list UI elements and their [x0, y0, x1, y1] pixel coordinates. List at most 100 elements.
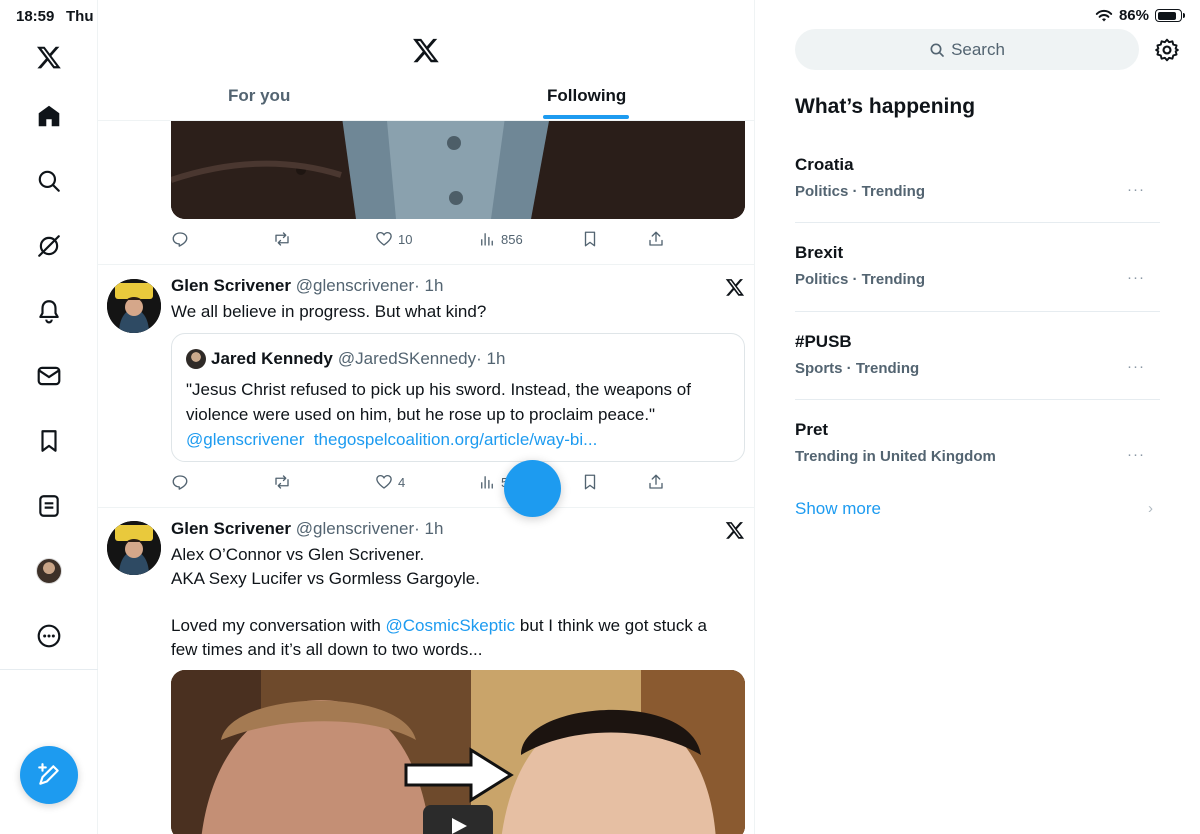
article-link[interactable]: thegospelcoalition.org/article/way-bi...: [314, 430, 597, 449]
x-logo-icon: [413, 38, 439, 63]
bookmark-button[interactable]: [581, 473, 599, 491]
x-source-icon: [725, 279, 745, 296]
views-chart-icon: [481, 476, 493, 489]
like-button[interactable]: 10: [375, 230, 412, 248]
heart-icon: [376, 474, 392, 489]
share-icon: [649, 474, 663, 489]
share-button[interactable]: [647, 230, 665, 248]
quoted-text-line: violence were used on him, but he rose u…: [186, 405, 656, 424]
right-sidebar: Search What’s happening Croatia Politics…: [755, 0, 1200, 834]
more-options-icon[interactable]: [29, 616, 69, 656]
x-logo-icon[interactable]: [29, 37, 69, 77]
reply-icon: [172, 232, 188, 247]
view-count: 856: [501, 231, 523, 247]
timeline-header: For you Following: [98, 0, 754, 121]
repost-button[interactable]: [273, 473, 291, 491]
like-button[interactable]: 4: [375, 473, 405, 491]
trend-divider: [795, 222, 1160, 223]
trend-item[interactable]: #PUSB Sports · Trending ···: [795, 332, 1160, 420]
author-handle[interactable]: @glenscrivener: [296, 276, 414, 295]
whats-happening-title: What’s happening: [795, 95, 976, 118]
more-dots-icon[interactable]: ···: [1127, 181, 1145, 198]
reply-icon: [172, 475, 188, 490]
quoted-tweet-header: Jared Kennedy @JaredSKennedy · 1h: [186, 349, 505, 369]
tweet-media-image[interactable]: [171, 110, 745, 219]
tweet-header: Glen Scrivener @glenscrivener· 1h: [171, 276, 443, 296]
repost-button[interactable]: [273, 230, 291, 248]
quoted-text-line: "Jesus Christ refused to pick up his swo…: [186, 380, 691, 399]
quoted-tweet-text: "Jesus Christ refused to pick up his swo…: [186, 377, 726, 452]
search-icon[interactable]: [29, 161, 69, 201]
tweet-header: Glen Scrivener @glenscrivener· 1h: [171, 519, 443, 539]
trend-item[interactable]: Croatia Politics · Trending ···: [795, 155, 1160, 243]
tweet-text-line: AKA Sexy Lucifer vs Gormless Gargoyle.: [171, 569, 480, 588]
compose-feather-icon: [38, 763, 59, 785]
more-dots-icon[interactable]: ···: [1127, 269, 1145, 286]
repost-icon: [275, 232, 289, 246]
author-name[interactable]: Glen Scrivener: [171, 276, 291, 295]
tweet-time: · 1h: [414, 519, 444, 538]
gear-icon[interactable]: [1154, 37, 1180, 63]
author-name[interactable]: Glen Scrivener: [171, 519, 291, 538]
share-button[interactable]: [647, 473, 665, 491]
floating-action-button[interactable]: [504, 460, 561, 517]
reply-button[interactable]: [171, 473, 189, 491]
search-input[interactable]: Search: [795, 29, 1139, 70]
tab-following[interactable]: Following: [547, 86, 626, 106]
views-chart-icon: [481, 233, 493, 246]
more-dots-icon[interactable]: ···: [1127, 446, 1145, 463]
reply-button[interactable]: [171, 230, 189, 248]
video-thumbnail-illustration: [171, 670, 745, 834]
notifications-bell-icon[interactable]: [29, 291, 69, 331]
trend-name: Croatia: [795, 155, 854, 174]
bookmarks-icon[interactable]: [29, 421, 69, 461]
tweet-actions: 10 856: [171, 228, 671, 250]
avatar[interactable]: [107, 521, 161, 575]
quoted-tweet[interactable]: Jared Kennedy @JaredSKennedy · 1h "Jesus…: [171, 333, 745, 462]
heart-icon: [376, 231, 392, 246]
tweet-text: We all believe in progress. But what kin…: [171, 302, 487, 321]
lists-icon[interactable]: [29, 486, 69, 526]
avatar: [36, 558, 62, 584]
home-icon[interactable]: [29, 96, 69, 136]
tweet-divider: [98, 264, 754, 265]
avatar-photo: [107, 279, 161, 333]
mention-link[interactable]: @glenscrivener: [186, 430, 304, 449]
tweet-video-thumbnail[interactable]: [171, 670, 745, 834]
active-tab-indicator: [543, 115, 629, 119]
avatar-photo: [107, 521, 161, 575]
tweet-actions: 4 5: [171, 471, 671, 493]
trend-item[interactable]: Brexit Politics · Trending ···: [795, 243, 1160, 331]
x-source-icon: [725, 522, 745, 539]
trend-name: #PUSB: [795, 332, 852, 351]
like-count: 4: [398, 474, 406, 490]
bookmark-icon: [584, 231, 596, 247]
tab-for-you[interactable]: For you: [228, 86, 290, 106]
quoted-author-handle: @JaredSKennedy: [337, 349, 477, 368]
bookmark-icon: [584, 474, 596, 490]
author-handle[interactable]: @glenscrivener: [296, 519, 414, 538]
grok-icon[interactable]: [29, 226, 69, 266]
more-dots-icon[interactable]: ···: [1127, 358, 1145, 375]
tweet-text-segment: but I think we got stuck a: [515, 616, 708, 635]
trend-category: Politics · Trending: [795, 271, 926, 288]
bookmark-button[interactable]: [581, 230, 599, 248]
trend-name: Brexit: [795, 243, 844, 262]
tweet-text-line: Alex O’Connor vs Glen Scrivener.: [171, 545, 425, 564]
profile-avatar[interactable]: [29, 551, 69, 591]
search-placeholder: Search: [951, 39, 1005, 59]
like-count: 10: [398, 231, 413, 247]
avatar[interactable]: [107, 279, 161, 333]
nav-divider: [0, 669, 98, 670]
views-button[interactable]: 856: [478, 230, 523, 248]
mention-link[interactable]: @CosmicSkeptic: [386, 616, 516, 635]
tweet-text-segment: Loved my conversation with: [171, 616, 386, 635]
left-nav: [0, 0, 98, 834]
trend-item[interactable]: Pret Trending in United Kingdom ···: [795, 420, 1160, 508]
compose-post-button[interactable]: [20, 746, 78, 804]
tweet-text-line: few times and it’s all down to two words…: [171, 640, 483, 659]
show-more-link[interactable]: Show more: [795, 499, 881, 519]
messages-envelope-icon[interactable]: [29, 356, 69, 396]
share-icon: [649, 231, 663, 246]
trend-category: Sports · Trending: [795, 360, 920, 377]
